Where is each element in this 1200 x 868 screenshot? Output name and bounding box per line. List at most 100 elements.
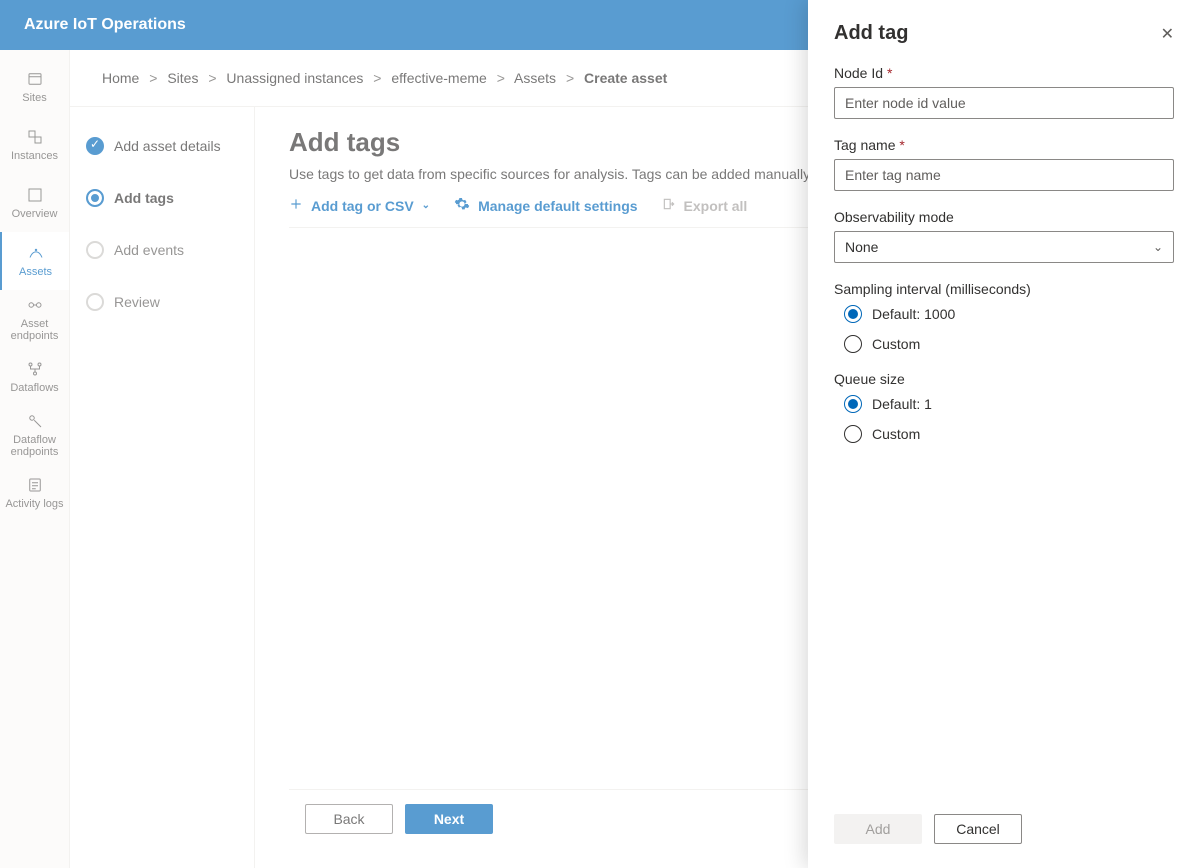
step-pending-icon [86, 241, 104, 259]
chevron-down-icon: ⌄ [422, 200, 430, 211]
rail-label: Assets [19, 266, 52, 278]
assets-icon [27, 244, 45, 262]
rail-instances[interactable]: Instances [0, 116, 69, 174]
step-review[interactable]: Review [82, 283, 242, 321]
breadcrumb-sep: > [373, 70, 381, 86]
radio-label: Custom [872, 426, 920, 442]
step-label: Review [114, 294, 160, 310]
export-all-button[interactable]: Export all [662, 197, 748, 214]
observability-mode-select[interactable]: None ⌄ [834, 231, 1174, 263]
sampling-interval-default-radio[interactable]: Default: 1000 [834, 305, 1174, 323]
gear-icon [454, 196, 470, 215]
step-active-icon [86, 189, 104, 207]
next-button[interactable]: Next [405, 804, 493, 834]
radio-label: Default: 1000 [872, 306, 955, 322]
step-add-events[interactable]: Add events [82, 231, 242, 269]
select-value: None [845, 239, 878, 255]
breadcrumb-sep: > [208, 70, 216, 86]
back-button[interactable]: Back [305, 804, 393, 834]
cancel-button[interactable]: Cancel [934, 814, 1022, 844]
action-label: Manage default settings [478, 198, 637, 214]
panel-body: Node Id * Tag name * Observability mode … [808, 57, 1200, 798]
breadcrumb-sep: > [566, 70, 574, 86]
rail-label: Instances [11, 150, 58, 162]
breadcrumb-current: Create asset [584, 70, 667, 86]
rail-activity-logs[interactable]: Activity logs [0, 464, 69, 522]
breadcrumb-item[interactable]: Sites [167, 70, 198, 86]
plus-icon [289, 197, 303, 214]
node-id-input[interactable] [834, 87, 1174, 119]
instances-icon [26, 128, 44, 146]
sampling-interval-radio-group: Default: 1000 Custom [834, 305, 1174, 353]
step-add-asset-details[interactable]: Add asset details [82, 127, 242, 165]
action-label: Export all [684, 198, 748, 214]
panel-footer: Add Cancel [808, 798, 1200, 868]
export-icon [662, 197, 676, 214]
dataflow-endpoints-icon [26, 412, 44, 430]
add-button[interactable]: Add [834, 814, 922, 844]
radio-label: Custom [872, 336, 920, 352]
node-id-label: Node Id * [834, 65, 1174, 81]
rail-label: Activity logs [5, 498, 63, 510]
step-add-tags[interactable]: Add tags [82, 179, 242, 217]
label-text: Tag name [834, 137, 895, 153]
step-label: Add asset details [114, 138, 221, 154]
breadcrumb-item[interactable]: Home [102, 70, 139, 86]
tag-name-input[interactable] [834, 159, 1174, 191]
radio-icon [844, 335, 862, 353]
step-label: Add events [114, 242, 184, 258]
dataflows-icon [26, 360, 44, 378]
required-asterisk: * [887, 65, 892, 81]
queue-size-label: Queue size [834, 371, 1174, 387]
wizard-steps: Add asset details Add tags Add events Re… [70, 107, 255, 868]
label-text: Node Id [834, 65, 883, 81]
manage-default-settings-button[interactable]: Manage default settings [454, 196, 637, 215]
radio-icon [844, 305, 862, 323]
rail-label: Dataflow endpoints [2, 434, 67, 458]
queue-size-custom-radio[interactable]: Custom [834, 425, 1174, 443]
rail-assets[interactable]: Assets [0, 232, 69, 290]
rail-sites[interactable]: Sites [0, 58, 69, 116]
sites-icon [26, 70, 44, 88]
add-tag-panel: Add tag ✕ Node Id * Tag name * Observabi… [808, 0, 1200, 868]
rail-overview[interactable]: Overview [0, 174, 69, 232]
field-queue-size: Queue size Default: 1 Custom [834, 371, 1174, 443]
breadcrumb-item[interactable]: effective-meme [391, 70, 486, 86]
rail-dataflows[interactable]: Dataflows [0, 348, 69, 406]
field-node-id: Node Id * [834, 65, 1174, 119]
field-sampling-interval: Sampling interval (milliseconds) Default… [834, 281, 1174, 353]
action-label: Add tag or CSV [311, 198, 414, 214]
queue-size-default-radio[interactable]: Default: 1 [834, 395, 1174, 413]
rail-label: Overview [12, 208, 58, 220]
step-completed-icon [86, 137, 104, 155]
radio-icon [844, 395, 862, 413]
field-observability-mode: Observability mode None ⌄ [834, 209, 1174, 263]
step-pending-icon [86, 293, 104, 311]
left-rail: Sites Instances Overview Assets Asset en… [0, 50, 70, 868]
observability-mode-label: Observability mode [834, 209, 1174, 225]
tag-name-label: Tag name * [834, 137, 1174, 153]
field-tag-name: Tag name * [834, 137, 1174, 191]
panel-header: Add tag ✕ [808, 0, 1200, 57]
sampling-interval-label: Sampling interval (milliseconds) [834, 281, 1174, 297]
breadcrumb-sep: > [497, 70, 505, 86]
rail-dataflow-endpoints[interactable]: Dataflow endpoints [0, 406, 69, 464]
add-tag-or-csv-button[interactable]: Add tag or CSV ⌄ [289, 197, 430, 214]
activity-logs-icon [26, 476, 44, 494]
rail-label: Dataflows [10, 382, 58, 394]
overview-icon [26, 186, 44, 204]
breadcrumb-item[interactable]: Assets [514, 70, 556, 86]
chevron-down-icon: ⌄ [1153, 240, 1163, 254]
breadcrumb-item[interactable]: Unassigned instances [226, 70, 363, 86]
step-label: Add tags [114, 190, 174, 206]
breadcrumb-sep: > [149, 70, 157, 86]
radio-icon [844, 425, 862, 443]
sampling-interval-custom-radio[interactable]: Custom [834, 335, 1174, 353]
required-asterisk: * [899, 137, 904, 153]
close-icon[interactable]: ✕ [1161, 24, 1174, 44]
rail-label: Asset endpoints [2, 318, 67, 342]
rail-asset-endpoints[interactable]: Asset endpoints [0, 290, 69, 348]
queue-size-radio-group: Default: 1 Custom [834, 395, 1174, 443]
panel-title: Add tag [834, 22, 908, 45]
asset-endpoints-icon [26, 296, 44, 314]
